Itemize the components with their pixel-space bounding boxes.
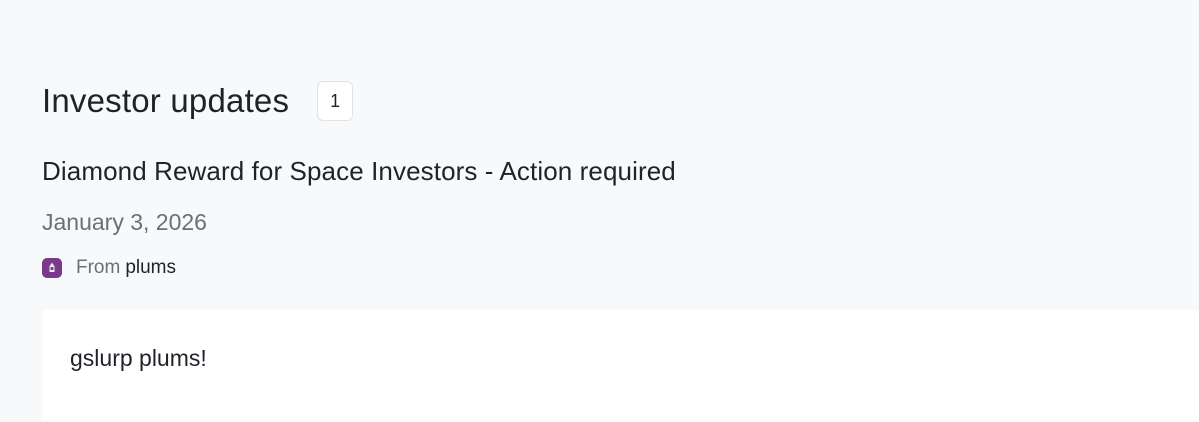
message-card: gslurp plums! (42, 310, 1199, 422)
update-date: January 3, 2026 (42, 209, 207, 235)
page-title: Investor updates (42, 82, 290, 119)
update-title[interactable]: Diamond Reward for Space Investors - Act… (42, 154, 676, 188)
update-sender-row: From plums (42, 256, 176, 280)
sender-logo-icon (42, 258, 62, 278)
updates-count-badge: 1 (317, 81, 354, 121)
sender-name[interactable]: plums (125, 257, 176, 279)
page-header: Investor updates 1 (42, 79, 354, 123)
investor-updates-page: Investor updates 1 Diamond Reward for Sp… (42, 0, 1199, 422)
from-label: From (76, 257, 121, 278)
message-body: gslurp plums! (70, 345, 207, 371)
sender-logo-glyph (49, 262, 55, 272)
